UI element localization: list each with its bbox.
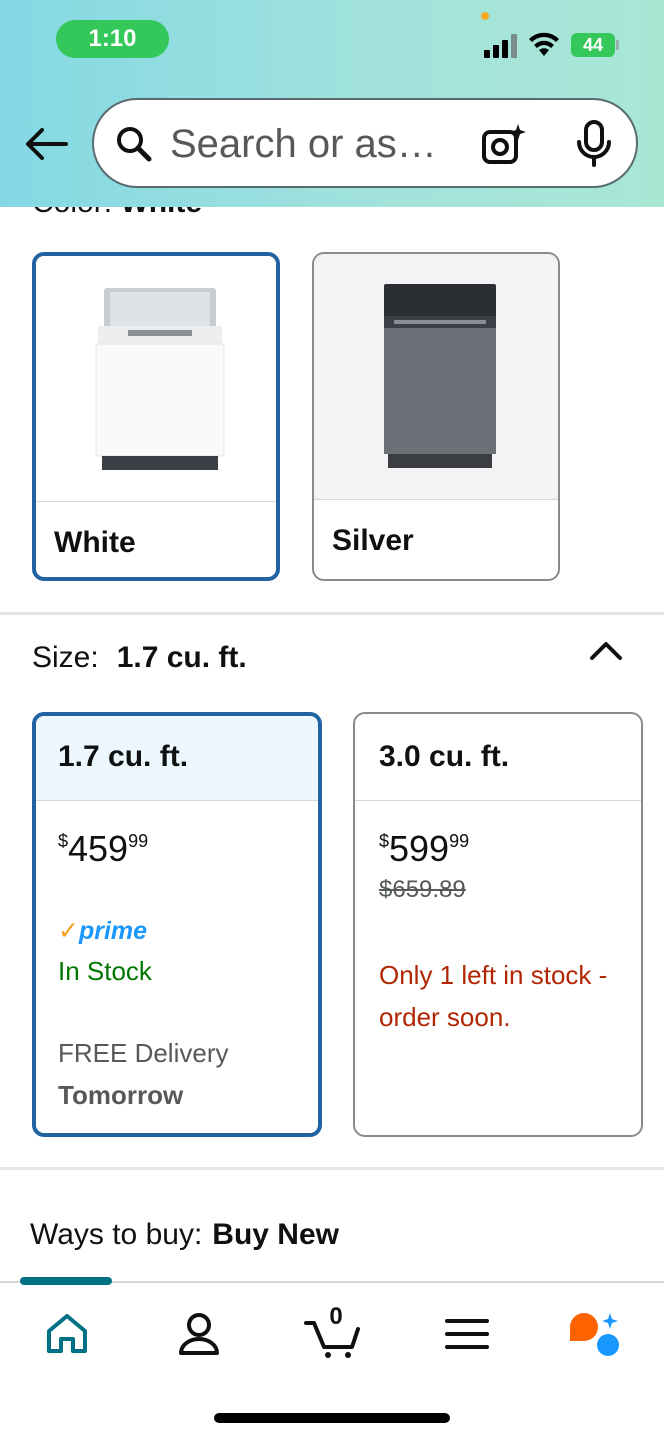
price: $45999 <box>58 828 148 870</box>
delivery-info: FREE Delivery <box>58 1038 229 1068</box>
search-icon <box>117 127 152 162</box>
app-header: 1:10 44 <box>0 0 664 207</box>
chevron-up-icon[interactable] <box>588 638 624 664</box>
price-cents: 99 <box>449 831 470 851</box>
color-option-label: White <box>54 526 136 559</box>
section-divider <box>0 1167 664 1170</box>
battery-indicator: 44 <box>571 33 615 57</box>
bottom-nav: 0 <box>0 1277 664 1440</box>
price-whole: 459 <box>68 828 129 869</box>
stock-status: Only 1 left in stock - order soon. <box>379 960 608 1032</box>
cellular-signal-icon <box>484 34 520 58</box>
size-option-1-7[interactable]: 1.7 cu. ft. $45999 ✓prime In Stock FREE … <box>32 712 322 1137</box>
wifi-icon <box>529 32 559 56</box>
ways-to-buy-label: Ways to buy: <box>30 1218 203 1251</box>
washer-white-illustration <box>95 288 225 470</box>
menu-icon[interactable] <box>442 1309 492 1359</box>
delivery-day: Tomorrow <box>58 1080 184 1110</box>
account-icon[interactable] <box>174 1309 224 1359</box>
ways-to-buy[interactable]: Ways to buy: Buy New <box>30 1218 339 1252</box>
white-washer-image <box>36 256 276 501</box>
cart-count: 0 <box>329 1303 343 1330</box>
price-whole: 599 <box>389 828 450 869</box>
rufus-ai-icon[interactable] <box>566 1309 622 1359</box>
list-price: $659.89 <box>379 876 466 903</box>
privacy-indicator <box>481 12 489 20</box>
prime-text: prime <box>78 917 148 945</box>
search-bar[interactable] <box>92 98 638 188</box>
price-cents: 99 <box>128 831 149 851</box>
ways-to-buy-value: Buy New <box>212 1218 339 1251</box>
active-tab-indicator <box>20 1277 112 1285</box>
microphone-icon[interactable] <box>574 120 614 168</box>
size-option-label: 1.7 cu. ft. <box>58 740 189 773</box>
size-label-prefix: Size: <box>32 641 99 674</box>
washer-silver-illustration <box>384 284 496 468</box>
prime-badge: ✓prime <box>58 916 147 946</box>
battery-nub <box>616 40 619 50</box>
size-label: Size: 1.7 cu. ft. <box>32 641 247 675</box>
camera-icon[interactable] <box>480 122 526 168</box>
section-divider <box>0 612 664 615</box>
price-currency: $ <box>58 831 69 851</box>
size-label-value: 1.7 cu. ft. <box>116 641 247 674</box>
color-option-white[interactable]: White <box>32 252 280 581</box>
size-option-header: 1.7 cu. ft. <box>36 716 318 800</box>
price: $59999 <box>379 828 469 870</box>
prime-check-icon: ✓ <box>58 917 79 945</box>
home-icon[interactable] <box>42 1309 92 1359</box>
silver-washer-image <box>314 254 558 499</box>
size-option-label: 3.0 cu. ft. <box>379 740 510 773</box>
color-option-silver[interactable]: Silver <box>312 252 560 581</box>
price-currency: $ <box>379 831 390 851</box>
stock-status: In Stock <box>58 956 152 986</box>
color-option-label: Silver <box>332 524 414 557</box>
search-input[interactable] <box>170 118 470 170</box>
size-option-3-0[interactable]: 3.0 cu. ft. $59999 $659.89 Only 1 left i… <box>353 712 643 1137</box>
back-arrow-icon[interactable] <box>22 124 70 164</box>
home-indicator <box>214 1413 450 1423</box>
status-time: 1:10 <box>56 20 169 58</box>
size-option-header: 3.0 cu. ft. <box>355 714 641 798</box>
